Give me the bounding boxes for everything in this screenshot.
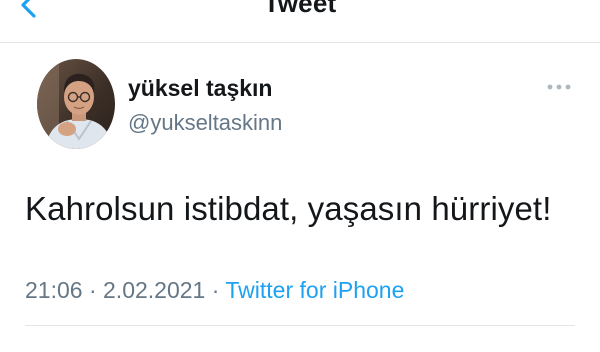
divider [25, 325, 575, 326]
navigation-bar: Tweet [0, 0, 600, 43]
tweet-source-link[interactable]: Twitter for iPhone [225, 277, 404, 303]
user-handle[interactable]: @yukseltaskinn [128, 110, 282, 136]
page-title: Tweet [263, 0, 337, 18]
tweet-text: Kahrolsun istibdat, yaşasın hürriyet! [25, 190, 552, 227]
meta-separator: · [88, 277, 97, 303]
meta-separator: · [211, 277, 220, 303]
more-horizontal-icon [547, 84, 571, 90]
tweet-detail-screen: Tweet yüksel taşkın @yukseltaskinn Kahro… [0, 0, 600, 352]
display-name[interactable]: yüksel taşkın [128, 75, 272, 102]
tweet-metadata: 21:06 · 2.02.2021 · Twitter for iPhone [25, 277, 404, 304]
tweet-date: 2.02.2021 [103, 277, 206, 303]
avatar[interactable] [37, 59, 115, 149]
more-options-button[interactable] [543, 76, 579, 98]
profile-photo [37, 59, 115, 149]
tweet-time: 21:06 [25, 277, 83, 303]
